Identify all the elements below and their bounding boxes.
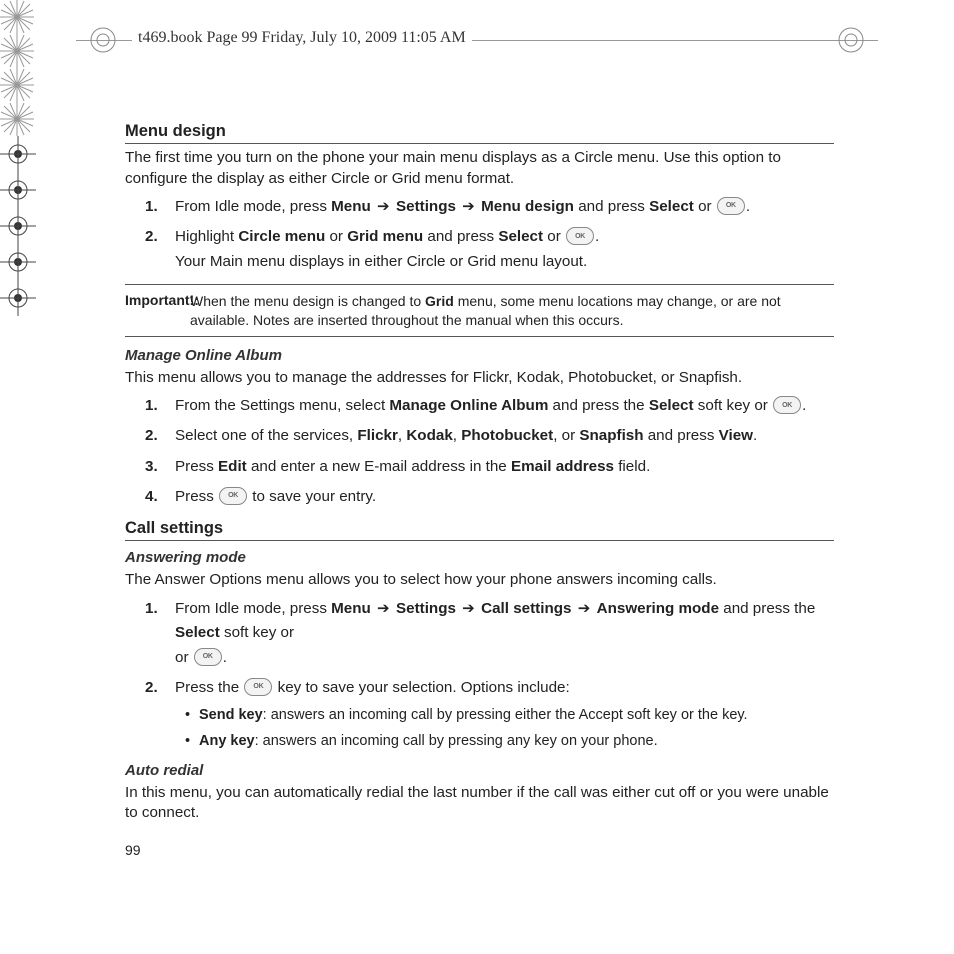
answering-option-any-key: Any key: answers an incoming call by pre…: [185, 730, 834, 753]
answering-option-send-key: Send key: answers an incoming call by pr…: [185, 704, 834, 727]
ok-icon: OK: [194, 648, 222, 666]
crop-star-bl: [0, 68, 34, 102]
manage-album-step-2: Select one of the services, Flickr, Koda…: [145, 424, 834, 448]
page-content: Menu design The first time you turn on t…: [125, 112, 834, 858]
heading-auto-redial: Auto redial: [125, 762, 834, 779]
heading-menu-design: Menu design: [125, 122, 834, 144]
page-number: 99: [125, 842, 834, 858]
header-ring-right: [836, 25, 866, 55]
important-note: Important!: When the menu design is chan…: [125, 284, 834, 337]
menu-design-step-1: From Idle mode, press Menu ➔ Settings ➔ …: [145, 195, 834, 219]
heading-manage-online-album: Manage Online Album: [125, 347, 834, 364]
ok-icon: OK: [244, 678, 272, 696]
ok-icon: OK: [773, 396, 801, 414]
answering-step-2: Press the OK key to save your selection.…: [145, 676, 834, 754]
crop-crosshair-br: [0, 280, 36, 316]
menu-design-step-2: Highlight Circle menu or Grid menu and p…: [145, 225, 834, 274]
crop-star-tr: [0, 34, 34, 68]
heading-call-settings: Call settings: [125, 519, 834, 541]
crop-crosshair-bc: [0, 244, 36, 280]
ok-icon: OK: [219, 487, 247, 505]
crop-crosshair-bl: [0, 208, 36, 244]
crop-crosshair-tr: [0, 172, 36, 208]
header-ring-left: [88, 25, 118, 55]
ok-icon: OK: [717, 197, 745, 215]
menu-design-intro: The first time you turn on the phone you…: [125, 148, 834, 189]
header-text: t469.book Page 99 Friday, July 10, 2009 …: [132, 29, 472, 47]
manage-album-step-1: From the Settings menu, select Manage On…: [145, 394, 834, 418]
ok-icon: OK: [566, 227, 594, 245]
manage-album-step-3: Press Edit and enter a new E-mail addres…: [145, 455, 834, 479]
auto-redial-text: In this menu, you can automatically redi…: [125, 783, 834, 824]
crop-crosshair-tl: [0, 136, 36, 172]
answering-intro: The Answer Options menu allows you to se…: [125, 570, 834, 591]
answering-step-1: From Idle mode, press Menu ➔ Settings ➔ …: [145, 597, 834, 670]
manage-album-step-4: Press OK to save your entry.: [145, 485, 834, 509]
crop-star-br: [0, 102, 34, 136]
crop-star-tl: [0, 0, 34, 34]
manage-album-intro: This menu allows you to manage the addre…: [125, 368, 834, 389]
heading-answering-mode: Answering mode: [125, 549, 834, 566]
